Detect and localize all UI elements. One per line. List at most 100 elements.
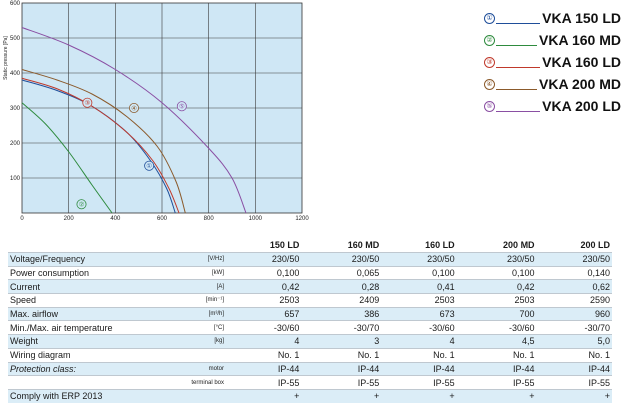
legend-marker-icon: ⑤	[484, 101, 495, 112]
header-col: 200 LD	[580, 240, 610, 250]
row-value: +	[374, 391, 380, 402]
legend-label: VKA 200 LD	[542, 98, 621, 114]
row-value: 0,100	[276, 268, 300, 279]
legend-item: ② VKA 160 MD	[478, 32, 623, 54]
row-param-label	[8, 376, 152, 390]
header-col: 150 LD	[269, 240, 300, 250]
legend-line	[496, 89, 537, 90]
legend-line	[496, 23, 540, 24]
row-value: 230/50	[427, 254, 455, 265]
row-value: 0,42	[281, 281, 300, 292]
x-tick-label: 1200	[295, 216, 309, 220]
row-value: 5,0	[597, 336, 610, 347]
legend-line	[496, 45, 537, 46]
row-unit: [m³/h]	[208, 311, 224, 318]
row-value: 960	[594, 309, 610, 320]
row-value: 657	[284, 309, 300, 320]
legend-marker-icon: ①	[484, 13, 495, 24]
row-value: IP-55	[357, 377, 380, 388]
legend-item: ① VKA 150 LD	[478, 10, 623, 32]
row-value: IP-55	[433, 377, 455, 388]
legend-label: VKA 150 LD	[542, 10, 621, 26]
row-value: 3	[374, 336, 380, 347]
table-row: Power consumption [kW] 0,100 0,065 0,100 0,10…	[8, 266, 612, 280]
row-value: IP-44	[277, 363, 300, 374]
row-value: 230/50	[351, 254, 380, 265]
row-value: IP-55	[513, 377, 535, 388]
row-value: 2409	[359, 295, 380, 306]
header-col: 200 MD	[503, 240, 535, 250]
row-value: -30/60	[509, 322, 535, 333]
row-value: No. 1	[513, 350, 535, 361]
series-marker-label: ①	[146, 162, 152, 170]
row-param-label: Min./Max. air temperature	[10, 322, 113, 333]
series-marker-label: ④	[131, 104, 137, 112]
legend-item: ④ VKA 200 MD	[478, 76, 623, 98]
header-col: 160 MD	[347, 240, 380, 250]
row-value: 2503	[514, 295, 535, 306]
row-unit	[152, 348, 226, 362]
row-unit: [kW]	[212, 270, 224, 277]
row-value: 0,100	[512, 268, 535, 279]
row-value: 0,41	[437, 281, 455, 292]
y-axis-title: Static pressure [Pa]	[3, 36, 9, 80]
row-value: 4	[449, 336, 455, 347]
row-value: +	[294, 391, 300, 402]
y-tick-label: 500	[10, 36, 21, 42]
row-value: -30/60	[273, 322, 300, 333]
table-header-row: 150 LD 160 MD 160 LD 200 MD 200 LD	[8, 238, 612, 253]
header-param	[8, 238, 152, 253]
row-param-label: Weight	[10, 336, 38, 347]
row-value: 230/50	[507, 254, 535, 265]
table-row: Min./Max. air temperature [°C] -30/60 -30/7…	[8, 320, 612, 335]
y-tick-label: 200	[10, 141, 21, 147]
row-value: 0,100	[432, 268, 455, 279]
row-param-label: Speed	[10, 295, 37, 306]
row-value: -30/70	[353, 322, 380, 333]
row-value: 0,62	[592, 281, 610, 292]
legend-marker-icon: ③	[484, 57, 495, 68]
fan-performance-chart: 0 200 400 600 800 1000 1200 100 200 300 400 500 600 S…	[0, 0, 310, 220]
legend-line	[496, 111, 540, 112]
table-row: Current [A] 0,42 0,28 0,41 0,42 0,62	[8, 279, 612, 294]
row-unit: terminal box	[191, 379, 224, 386]
x-tick-label: 200	[64, 216, 75, 220]
table-row: Protection class: motor IP-44 IP-44 IP-44 IP-…	[8, 362, 612, 376]
row-param-label: Voltage/Frequency	[10, 254, 86, 265]
legend-label: VKA 160 MD	[539, 32, 621, 48]
x-tick-label: 800	[204, 216, 215, 220]
table-row: Weight [kg] 4 3 4 4,5 5,0	[8, 334, 612, 349]
table-row: Voltage/Frequency [V/Hz] 230/50 230/50 230/5…	[8, 252, 612, 267]
row-param-label: Current	[10, 281, 41, 292]
row-value: 2590	[589, 295, 610, 306]
row-value: No. 1	[277, 350, 300, 361]
row-value: 0,28	[361, 281, 380, 292]
row-unit: motor	[208, 365, 224, 372]
row-value: IP-55	[588, 377, 610, 388]
x-tick-label: 600	[157, 216, 168, 220]
row-value: 230/50	[271, 254, 300, 265]
row-value: 700	[519, 309, 535, 320]
row-value: -30/70	[584, 322, 610, 333]
table-row: Comply with ERP 2013 + + + + +	[8, 389, 612, 403]
row-value: IP-44	[357, 363, 380, 374]
row-value: 0,140	[587, 268, 610, 279]
header-col: 160 LD	[425, 240, 455, 250]
table-row: terminal box IP-55 IP-55 IP-55 IP-55 IP-55	[8, 375, 612, 390]
row-value: No. 1	[588, 350, 610, 361]
row-value: 230/50	[582, 254, 610, 265]
y-tick-label: 300	[10, 106, 21, 112]
row-param-label: Max. airflow	[10, 309, 59, 320]
row-value: IP-44	[588, 363, 610, 374]
legend-marker-icon: ④	[484, 79, 495, 90]
legend-item: ③ VKA 160 LD	[478, 54, 623, 76]
legend-label: VKA 200 MD	[539, 76, 621, 92]
row-value: +	[604, 391, 610, 402]
table-row: Speed [min⁻¹] 2503 2409 2503 2503 2590	[8, 293, 612, 308]
legend-label: VKA 160 LD	[542, 54, 621, 70]
row-param-label: Wiring diagram	[10, 350, 71, 361]
row-value: 2503	[279, 295, 300, 306]
y-tick-label: 600	[10, 1, 21, 7]
row-param-label: Comply with ERP 2013	[10, 391, 103, 402]
x-tick-label: 1000	[249, 216, 263, 220]
